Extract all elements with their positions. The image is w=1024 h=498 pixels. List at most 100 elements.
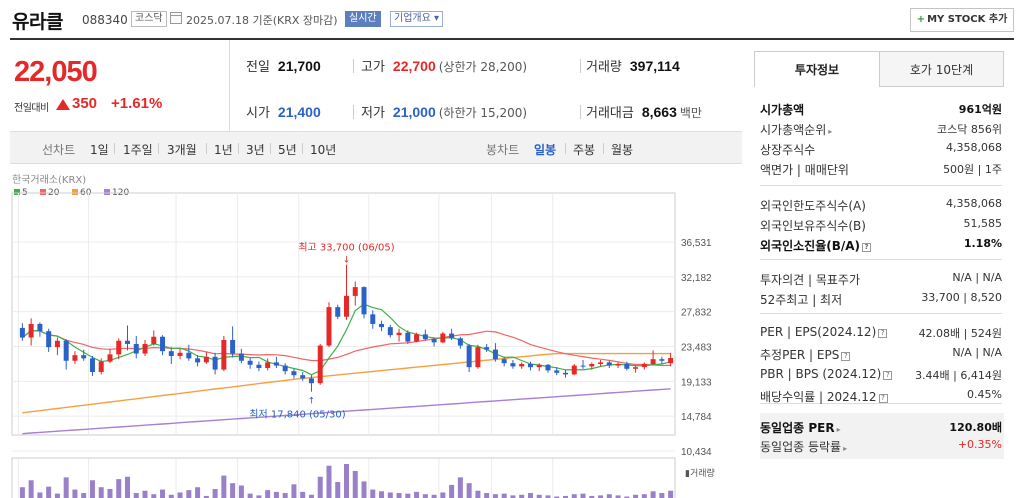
candle-body (344, 295, 349, 317)
candle-body (28, 323, 34, 338)
info-value: 51,585 (963, 217, 1003, 230)
trade-amount: 거래대금 8,663 백만 (586, 102, 702, 121)
volume-bar (291, 484, 297, 498)
volume-label: ▮거래량 (685, 467, 715, 479)
info-row: 외국인한도주식수(A) 4,358,068 (760, 197, 1002, 217)
info-value: 42.08배 | 524원 (918, 327, 1002, 340)
y-tick-label: 19,133 (681, 377, 712, 388)
volume-bar (370, 489, 376, 498)
calendar-icon (170, 12, 182, 24)
candle-body (256, 364, 262, 368)
divider (760, 185, 1002, 186)
tab-orderbook-10[interactable]: 호가 10단계 (880, 51, 1004, 87)
price-chart-svg: 한국거래소(KRX)5 20 60 12036,53132,18227,83223,4… (11, 174, 715, 498)
candle-body (195, 358, 201, 363)
candle-body (475, 347, 481, 368)
candle-body (273, 362, 279, 366)
volume-bar (484, 493, 490, 498)
candle-body (212, 356, 218, 370)
help-icon[interactable]: ? (878, 394, 888, 403)
y-tick-label: 32,182 (681, 273, 712, 284)
candle-body (563, 372, 568, 375)
info-label: 외국인소진율(B/A)? (760, 237, 872, 254)
volume-bar (668, 490, 674, 498)
period-1w[interactable]: 1주일 (123, 141, 153, 158)
volume-bar (641, 494, 647, 498)
stock-header: 유라클 088340 코스닥 2025.07.18 기준(KRX 장마감) 실시… (0, 0, 1024, 38)
volume-bar (265, 490, 271, 498)
candle-chart-tab[interactable]: 봉차트 (486, 141, 519, 158)
volume-bar (133, 493, 139, 498)
volume-value: 397,114 (629, 58, 680, 74)
add-mystock-button[interactable]: + MY STOCK 추가 (910, 8, 1014, 32)
investment-info-panel: 투자정보 호가 10단계 시가총액 961억원 시가총액순위 ▸ 코스닥 856위 상장주… (752, 51, 1012, 491)
min-price-annotation: 최저 17,840 (05/30) (249, 409, 345, 421)
volume-bar (335, 482, 341, 498)
period-1y[interactable]: 1년 (214, 141, 233, 158)
candle-body (466, 345, 472, 368)
info-value: 1.18% (963, 237, 1002, 250)
open-value: 21,400 (277, 104, 321, 120)
period-weekly[interactable]: 주봉 (573, 141, 595, 158)
divider (760, 313, 1002, 314)
volume-bar (422, 494, 428, 498)
candle-body (422, 334, 428, 340)
volume-bar (571, 494, 577, 498)
line-chart-tab[interactable]: 선차트 (42, 141, 75, 158)
volume-bar (221, 475, 227, 498)
candle-body (63, 340, 69, 361)
info-value: N/A | N/A (952, 346, 1002, 359)
help-icon[interactable]: ? (883, 371, 893, 380)
period-daily[interactable]: 일봉 (534, 141, 556, 158)
ma-legend-swatch (14, 189, 20, 195)
stock-name: 유라클 (12, 11, 63, 33)
tab-investment-info[interactable]: 투자정보 (754, 51, 880, 87)
company-overview-dropdown[interactable]: 기업개요 ▾ (390, 11, 443, 27)
period-5y[interactable]: 5년 (278, 141, 297, 158)
candle-body (554, 370, 560, 373)
ma120-line (22, 388, 671, 435)
price-chart: 한국거래소(KRX) 5 20 60 120 36,531 32,182 27,832 23,4… (10, 172, 742, 498)
volume-bar (440, 492, 446, 498)
candle-body (361, 287, 367, 315)
open-label: 시가 (246, 106, 270, 121)
period-10y[interactable]: 10년 (310, 141, 336, 158)
candle-body (431, 339, 437, 343)
volume-bar (659, 493, 665, 498)
candle-body (116, 340, 122, 355)
volume-bar (46, 486, 52, 498)
info-label: 외국인한도주식수(A) (760, 199, 866, 213)
open-price: 시가 21,400 (246, 102, 321, 121)
info-row[interactable]: 동일업종 PER ▸ 120.80배 (760, 419, 1002, 439)
period-3m[interactable]: 3개월 (167, 141, 197, 158)
candle-body (370, 314, 376, 324)
help-icon[interactable]: ? (862, 243, 872, 252)
info-value: N/A | N/A (952, 271, 1002, 284)
info-row[interactable]: 시가총액순위 ▸ 코스닥 856위 (760, 121, 1002, 141)
help-icon[interactable]: ? (841, 352, 851, 361)
period-3y[interactable]: 3년 (246, 141, 265, 158)
info-label: 시가총액 (760, 103, 805, 117)
divider (603, 143, 604, 154)
help-icon[interactable]: ? (878, 329, 888, 338)
divider (580, 59, 581, 73)
realtime-button[interactable]: 실시간 (345, 11, 381, 27)
ma60-line (22, 352, 671, 414)
period-1d[interactable]: 1일 (90, 141, 109, 158)
volume-bar (107, 488, 113, 498)
info-value: 4,358,068 (946, 141, 1002, 154)
candle-body (589, 363, 595, 367)
volume-bar (405, 493, 411, 498)
volume-bar (501, 493, 507, 498)
candle-body (142, 343, 148, 354)
volume-bar (449, 484, 455, 498)
divider (302, 143, 303, 154)
info-row[interactable]: 동일업종 등락률 ▸ +0.35% (760, 438, 1002, 458)
period-monthly[interactable]: 월봉 (611, 141, 633, 158)
info-value: 4,358,068 (946, 197, 1002, 210)
volume-bar (326, 465, 332, 498)
divider (206, 143, 207, 154)
volume-bar (89, 480, 95, 498)
amount-label: 거래대금 (586, 106, 634, 121)
y-tick-label: 27,832 (681, 308, 712, 319)
